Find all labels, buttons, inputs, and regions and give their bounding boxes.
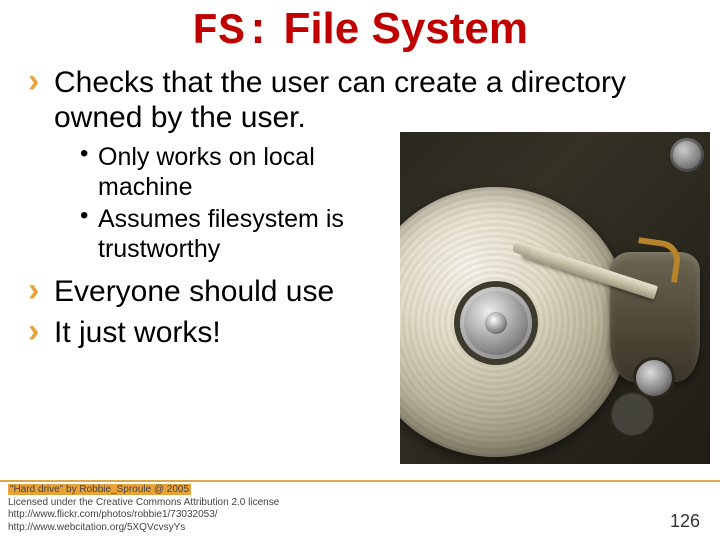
attribution-line-4: http://www.webcitation.org/5XQVcvsyYs	[8, 522, 185, 533]
bullet-2: Everyone should use	[28, 274, 408, 309]
hdd-pivot	[636, 360, 672, 396]
hard-drive-image	[400, 132, 710, 464]
image-attribution: "Hard drive" by Robbie_Sproule @ 2005 Li…	[8, 484, 660, 534]
title-prefix-code: FS:	[192, 7, 271, 57]
sub-bullet-1: Only works on local machine	[80, 142, 410, 202]
bullet-1-text: Checks that the user can create a direct…	[54, 66, 626, 134]
title-rest: File System	[271, 4, 528, 53]
bullet-3: It just works!	[28, 315, 408, 350]
bullet-1: Checks that the user can create a direct…	[28, 65, 692, 136]
hdd-screw-icon	[670, 138, 704, 172]
bullet-3-text: It just works!	[54, 316, 221, 349]
footer-rule	[0, 480, 720, 482]
attribution-line-2: Licensed under the Creative Commons Attr…	[8, 497, 279, 508]
slide: FS: File System Checks that the user can…	[0, 0, 720, 540]
sub-bullet-2: Assumes filesystem is trustworthy	[80, 204, 410, 264]
page-number: 126	[670, 511, 700, 532]
sub-bullet-list: Only works on local machine Assumes file…	[80, 142, 410, 264]
hdd-spindle	[460, 287, 532, 359]
bullet-2-text: Everyone should use	[54, 275, 334, 308]
sub-bullet-2-text: Assumes filesystem is trustworthy	[98, 205, 344, 263]
attribution-line-1: "Hard drive" by Robbie_Sproule @ 2005	[8, 484, 191, 495]
slide-title: FS: File System	[0, 0, 720, 65]
attribution-line-3: http://www.flickr.com/photos/robbie1/730…	[8, 509, 218, 520]
sub-bullet-1-text: Only works on local machine	[98, 143, 315, 201]
